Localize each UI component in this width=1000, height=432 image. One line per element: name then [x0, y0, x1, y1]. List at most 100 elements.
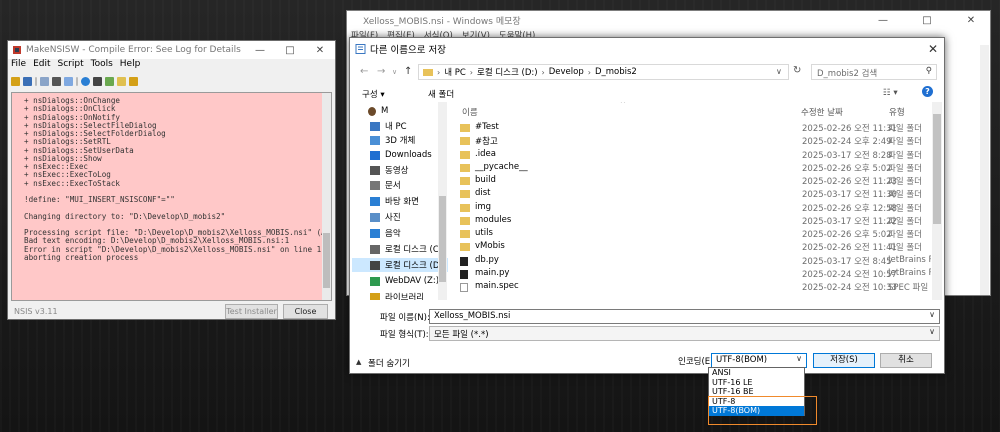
chevron-down-icon[interactable]: ∨ [929, 310, 935, 319]
nav-item[interactable]: 바탕 화면 [352, 194, 448, 208]
breadcrumb-develop[interactable]: Develop [549, 67, 584, 77]
encoding-option-utf16le[interactable]: UTF-16 LE [709, 378, 804, 388]
file-row[interactable]: db.py 2025-03-17 오전 8:45JetBrains PyC [455, 254, 931, 268]
nav-item[interactable]: 문서 [352, 178, 448, 192]
file-row[interactable]: dist 2025-03-17 오전 11:30 파일 폴더 [455, 187, 931, 201]
save-button[interactable]: 저장(S) [813, 353, 875, 368]
file-row[interactable]: main.py 2025-02-24 오전 10:57JetBrains PyC [455, 267, 931, 281]
hide-folders-link[interactable]: 폴더 숨기기 [368, 357, 410, 369]
address-bar[interactable]: › 내 PC › 로컬 디스크 (D:) › Develop › D_mobis… [418, 64, 789, 80]
view-options-icon[interactable]: ☷ ▾ [883, 88, 898, 98]
file-row[interactable]: utils 2025-02-26 오후 5:02 파일 폴더 [455, 227, 931, 241]
recent-chevron-icon[interactable]: ∨ [392, 68, 397, 76]
hide-folders-chevron-icon[interactable]: ▲ [356, 358, 361, 366]
nav-item[interactable]: WebDAV (Z:) [352, 274, 448, 288]
minimize-button[interactable]: — [245, 45, 275, 56]
settings-icon[interactable] [64, 76, 73, 86]
breadcrumb-d-mobis2[interactable]: D_mobis2 [595, 67, 637, 77]
new-folder-button[interactable]: 새 폴더 [428, 88, 454, 100]
nav-item[interactable]: 3D 개체 [352, 133, 448, 147]
open-icon[interactable] [11, 76, 20, 86]
back-arrow-icon[interactable]: ← [360, 66, 368, 77]
chevron-down-icon[interactable]: ∨ [929, 327, 935, 336]
column-date[interactable]: 수정한 날짜 [801, 106, 843, 118]
close-button[interactable]: Close [283, 304, 328, 319]
dialog-close-button[interactable]: ✕ [922, 42, 944, 56]
log-scrollbar[interactable] [322, 93, 331, 300]
folder-icon [460, 190, 470, 199]
breadcrumb-my-pc[interactable]: 내 PC [444, 66, 466, 78]
nav-item[interactable]: 라이브러리 [352, 290, 448, 300]
file-row[interactable]: build 2025-02-26 오전 11:23 파일 폴더 [455, 174, 931, 188]
file-row[interactable]: #Test 2025-02-26 오전 11:31 파일 폴더 [455, 121, 931, 135]
nav-item-icon [370, 165, 380, 175]
file-date: 2025-02-26 오후 12:58 [802, 203, 897, 214]
menu-script[interactable]: Script [58, 59, 84, 73]
up-arrow-icon[interactable]: ↑ [404, 66, 412, 77]
refresh-icon[interactable]: ↻ [793, 65, 801, 76]
file-row[interactable]: __pycache__ 2025-02-26 오후 5:02 파일 폴더 [455, 161, 931, 175]
nsis-titlebar[interactable]: MakeNSISW - Compile Error: See Log for D… [8, 41, 335, 59]
encoding-option-ansi[interactable]: ANSI [709, 368, 804, 378]
file-row[interactable]: modules 2025-03-17 오전 11:22 파일 폴더 [455, 214, 931, 228]
dialog-title: 다른 이름으로 저장 [370, 45, 446, 56]
notepad-close-button[interactable]: ✕ [956, 15, 986, 26]
nav-item[interactable]: Downloads [352, 148, 448, 162]
encoding-select[interactable]: UTF-8(BOM) ∨ [711, 353, 807, 368]
help-icon[interactable]: ? [922, 86, 933, 97]
dialog-titlebar[interactable]: 다른 이름으로 저장 ✕ [350, 38, 944, 60]
nav-item-icon [370, 276, 380, 286]
browse-icon[interactable] [129, 76, 138, 86]
notepad-maximize-button[interactable]: □ [912, 15, 942, 26]
folder-icon [460, 150, 470, 159]
column-name[interactable]: 이름 [462, 106, 478, 118]
file-row[interactable]: .idea 2025-03-17 오전 8:28 파일 폴더 [455, 148, 931, 162]
file-row[interactable]: main.spec 2025-02-24 오전 10:33 SPEC 파일 [455, 280, 931, 294]
close-window-button[interactable]: ✕ [305, 45, 335, 56]
organize-button[interactable]: 구성 ▾ [362, 88, 385, 100]
test-icon[interactable] [105, 76, 114, 86]
nav-item-icon [368, 106, 376, 116]
file-name: build [475, 175, 496, 185]
file-row[interactable]: #참고 2025-02-24 오후 2:49 파일 폴더 [455, 134, 931, 148]
filename-input[interactable]: Xelloss_MOBIS.nsi ∨ [429, 309, 940, 324]
notepad-scrollbar[interactable] [980, 45, 989, 295]
find-icon[interactable] [52, 76, 61, 86]
notepad-titlebar[interactable]: Xelloss_MOBIS.nsi - Windows 메모장 — □ ✕ [347, 11, 990, 29]
file-row[interactable]: img 2025-02-26 오후 12:58 파일 폴더 [455, 201, 931, 215]
menu-file[interactable]: File [11, 59, 26, 73]
maximize-button[interactable]: □ [275, 45, 305, 56]
nav-item[interactable]: 음악 [352, 226, 448, 240]
compile-icon[interactable] [93, 76, 102, 86]
menu-help[interactable]: Help [120, 59, 141, 73]
copy-icon[interactable] [40, 76, 49, 86]
edit-icon[interactable] [117, 76, 126, 86]
nav-item-icon [370, 260, 380, 270]
nav-item[interactable]: 로컬 디스크 (C [352, 242, 448, 256]
save-icon[interactable] [23, 76, 32, 86]
test-installer-button[interactable]: Test Installer [225, 304, 278, 319]
compile-log[interactable]: + nsDialogs::OnChange + nsDialogs::OnCli… [11, 92, 332, 301]
file-date: 2025-03-17 오전 8:28 [802, 150, 892, 161]
chevron-down-icon[interactable]: ∨ [796, 354, 802, 363]
cancel-button[interactable]: 취소 [880, 353, 932, 368]
nav-item[interactable]: 사진 [352, 210, 448, 224]
file-name: vMobis [475, 241, 505, 252]
nav-item[interactable]: 내 PC [352, 119, 448, 133]
breadcrumb-drive-d[interactable]: 로컬 디스크 (D:) [477, 66, 538, 78]
filetype-select[interactable]: 모든 파일 (*.*) ∨ [429, 326, 940, 341]
forward-arrow-icon[interactable]: → [377, 66, 385, 77]
nav-item[interactable]: 로컬 디스크 (D [352, 258, 448, 272]
nav-scrollbar[interactable] [438, 102, 447, 300]
file-scrollbar[interactable] [932, 102, 942, 300]
menu-tools[interactable]: Tools [91, 59, 113, 73]
nav-item[interactable]: 동영상 [352, 163, 448, 177]
search-input[interactable]: D_mobis2 검색 ⚲ [811, 64, 937, 80]
menu-edit[interactable]: Edit [33, 59, 50, 73]
column-type[interactable]: 유형 [889, 106, 905, 118]
notepad-minimize-button[interactable]: — [868, 15, 898, 26]
nav-item[interactable]: M [352, 104, 448, 118]
file-row[interactable]: vMobis 2025-02-26 오전 11:41 파일 폴더 [455, 240, 931, 254]
web-icon[interactable] [81, 76, 90, 86]
address-dropdown-icon[interactable]: ∨ [776, 67, 782, 76]
